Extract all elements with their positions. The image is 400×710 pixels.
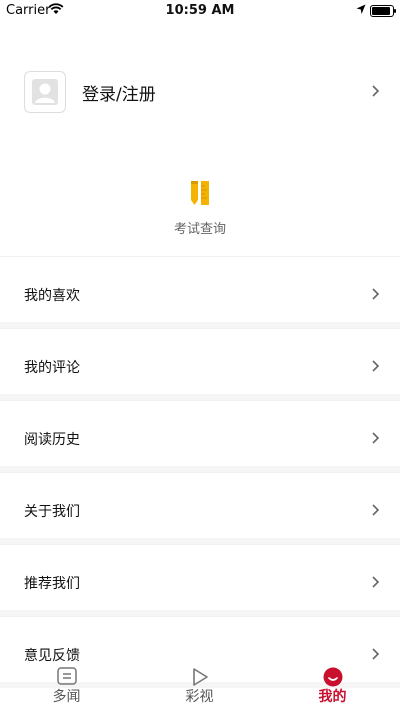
exam-pencil-ruler-icon bbox=[191, 181, 209, 205]
bottom-tab-bar: 多闻 彩视 我的 bbox=[0, 664, 400, 710]
tab-duowen[interactable]: 多闻 bbox=[0, 664, 133, 710]
status-bar: Carrier 10:59 AM bbox=[0, 0, 400, 22]
exam-query-label: 考试查询 bbox=[173, 222, 226, 237]
menu-item-label: 阅读历史 bbox=[24, 432, 80, 448]
menu-item-recommend-us[interactable]: 推荐我们 bbox=[0, 544, 400, 616]
menu-item-about-us[interactable]: 关于我们 bbox=[0, 472, 400, 544]
tab-label: 多闻 bbox=[52, 689, 81, 705]
menu-item-label: 关于我们 bbox=[24, 504, 80, 520]
chevron-right-icon bbox=[372, 360, 380, 372]
status-time: 10:59 AM bbox=[165, 3, 235, 18]
location-arrow-icon bbox=[356, 4, 366, 14]
login-register-row[interactable]: 登录/注册 bbox=[0, 62, 400, 122]
menu-item-likes[interactable]: 我的喜欢 bbox=[0, 256, 400, 328]
tab-mine[interactable]: 我的 bbox=[266, 664, 399, 710]
chevron-right-icon bbox=[372, 432, 380, 444]
chevron-right-icon bbox=[372, 288, 380, 300]
default-avatar-icon bbox=[32, 79, 58, 105]
menu-item-label: 意见反馈 bbox=[24, 648, 80, 664]
tab-caishi[interactable]: 彩视 bbox=[133, 664, 266, 710]
chevron-right-icon bbox=[372, 85, 380, 97]
chevron-right-icon bbox=[372, 576, 380, 588]
menu-item-label: 我的评论 bbox=[24, 360, 80, 376]
menu-item-label: 我的喜欢 bbox=[24, 288, 80, 304]
battery-icon bbox=[370, 5, 396, 17]
tab-label: 我的 bbox=[318, 689, 347, 705]
play-icon bbox=[192, 668, 208, 686]
tab-label: 彩视 bbox=[185, 689, 214, 705]
menu-item-reading-history[interactable]: 阅读历史 bbox=[0, 400, 400, 472]
avatar bbox=[24, 71, 66, 113]
news-icon bbox=[56, 667, 77, 685]
login-register-label: 登录/注册 bbox=[82, 85, 156, 105]
menu-item-comments[interactable]: 我的评论 bbox=[0, 328, 400, 400]
profile-smile-icon bbox=[323, 667, 342, 687]
menu-list: 我的喜欢 我的评论 阅读历史 关于我们 推荐我们 意见反馈 bbox=[0, 256, 400, 688]
menu-item-label: 推荐我们 bbox=[24, 576, 80, 592]
chevron-right-icon bbox=[372, 504, 380, 516]
chevron-right-icon bbox=[372, 648, 380, 660]
exam-query-button[interactable]: 考试查询 bbox=[0, 170, 400, 244]
